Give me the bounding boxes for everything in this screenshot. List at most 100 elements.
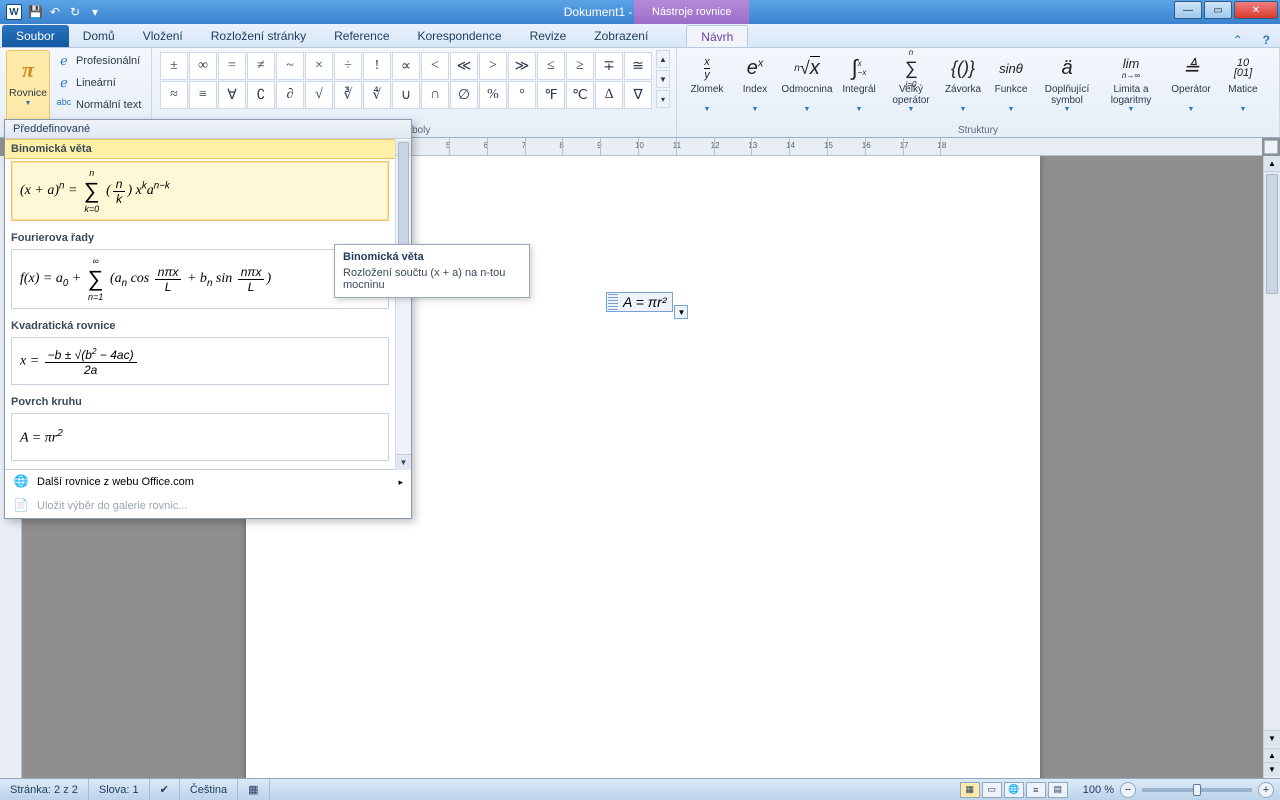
structure-integral-button[interactable]: ∫x−xIntegrál▼ xyxy=(835,50,883,122)
normal-text-button[interactable]: abc Normální text xyxy=(54,94,143,116)
zoom-slider[interactable] xyxy=(1142,788,1252,792)
structure-matrix-button[interactable]: [1001]Matice▼ xyxy=(1219,50,1267,122)
symbol-cell[interactable]: ∇ xyxy=(624,81,652,109)
gallery-equation-item[interactable]: A = πr2 xyxy=(11,413,389,461)
equation-button[interactable]: π Rovnice ▼ xyxy=(6,50,50,122)
symbol-cell[interactable]: ∆ xyxy=(595,81,623,109)
view-print-layout-button[interactable]: ▦ xyxy=(960,782,980,798)
ruler-toggle-button[interactable] xyxy=(1264,140,1278,154)
symbol-cell[interactable]: ∀ xyxy=(218,81,246,109)
symbol-cell[interactable]: ~ xyxy=(276,52,304,80)
symbol-cell[interactable]: ≤ xyxy=(537,52,565,80)
qat-customize-icon[interactable]: ▾ xyxy=(88,5,102,19)
symbols-more-button[interactable]: ▾ xyxy=(656,90,670,108)
structure-operator-button[interactable]: ≜Operátor▼ xyxy=(1163,50,1219,122)
symbol-cell[interactable]: ≠ xyxy=(247,52,275,80)
tab-review[interactable]: Revize xyxy=(516,25,581,47)
maximize-button[interactable]: ▭ xyxy=(1204,1,1232,19)
symbol-cell[interactable]: = xyxy=(218,52,246,80)
tab-mailings[interactable]: Korespondence xyxy=(404,25,516,47)
structure-fraction-button[interactable]: xyZlomek▼ xyxy=(683,50,731,122)
status-language[interactable]: Čeština xyxy=(180,779,238,800)
tab-page-layout[interactable]: Rozložení stránky xyxy=(197,25,320,47)
gallery-equation-item[interactable]: x = −b ± √(b2 − 4ac)2a xyxy=(11,337,389,385)
gallery-scrollbar[interactable]: ▲ ▼ xyxy=(395,140,411,470)
symbol-cell[interactable]: ! xyxy=(363,52,391,80)
symbol-cell[interactable]: × xyxy=(305,52,333,80)
symbol-cell[interactable]: ≡ xyxy=(189,81,217,109)
scroll-thumb[interactable] xyxy=(1266,174,1278,294)
tab-insert[interactable]: Vložení xyxy=(129,25,197,47)
structure-function-button[interactable]: sinθFunkce▼ xyxy=(987,50,1035,122)
symbol-cell[interactable]: < xyxy=(421,52,449,80)
symbol-cell[interactable]: ∝ xyxy=(392,52,420,80)
equation-object[interactable]: A = πr² ▼ xyxy=(606,292,673,312)
symbol-cell[interactable]: > xyxy=(479,52,507,80)
redo-icon[interactable]: ↻ xyxy=(68,5,82,19)
status-macro[interactable]: ▦ xyxy=(238,779,269,800)
symbol-cell[interactable]: ≈ xyxy=(160,81,188,109)
save-icon[interactable]: 💾 xyxy=(28,5,42,19)
word-app-icon[interactable]: W xyxy=(6,4,22,20)
symbol-cell[interactable]: ∛ xyxy=(334,81,362,109)
scroll-up-icon[interactable]: ▲ xyxy=(1264,156,1280,172)
symbols-scroll-up[interactable]: ▲ xyxy=(656,50,670,68)
view-outline-button[interactable]: ≡ xyxy=(1026,782,1046,798)
ribbon-minimize-icon[interactable]: ⌃ xyxy=(1223,33,1253,47)
undo-icon[interactable]: ↶ xyxy=(48,5,62,19)
zoom-level[interactable]: 100 % xyxy=(1077,784,1120,796)
symbol-cell[interactable]: ÷ xyxy=(334,52,362,80)
zoom-slider-knob[interactable] xyxy=(1193,784,1201,796)
gallery-equation-item[interactable]: (x + a)n = n∑k=0 (nk) xkan−k xyxy=(11,161,389,221)
symbol-cell[interactable]: ° xyxy=(508,81,536,109)
scroll-down-icon[interactable]: ▼ xyxy=(1264,730,1280,746)
help-icon[interactable]: ? xyxy=(1253,33,1280,47)
symbol-cell[interactable]: ∓ xyxy=(595,52,623,80)
status-word-count[interactable]: Slova: 1 xyxy=(89,779,150,800)
symbol-cell[interactable]: ∞ xyxy=(189,52,217,80)
professional-format-button[interactable]: ℯ Profesionální xyxy=(54,50,143,72)
tab-equation-design[interactable]: Návrh xyxy=(686,25,748,47)
symbol-cell[interactable]: ∜ xyxy=(363,81,391,109)
tab-file[interactable]: Soubor xyxy=(2,25,69,47)
status-proofing[interactable]: ✔ xyxy=(150,779,180,800)
symbol-cell[interactable]: ∂ xyxy=(276,81,304,109)
tab-home[interactable]: Domů xyxy=(69,25,129,47)
symbol-cell[interactable]: ≅ xyxy=(624,52,652,80)
symbol-cell[interactable]: % xyxy=(479,81,507,109)
zoom-out-button[interactable]: − xyxy=(1120,782,1136,798)
gallery-equation-item[interactable]: f(x) = a0 + ∞∑n=1 (an cos nπxL + bn sin … xyxy=(11,249,389,309)
symbol-cell[interactable]: ℃ xyxy=(566,81,594,109)
symbol-cell[interactable]: ≪ xyxy=(450,52,478,80)
linear-format-button[interactable]: ℯ Lineární xyxy=(54,72,143,94)
next-page-button[interactable]: ▼ xyxy=(1264,762,1280,776)
minimize-button[interactable]: — xyxy=(1174,1,1202,19)
vertical-scrollbar[interactable]: ▲ ▼ ▲ ▼ xyxy=(1263,156,1280,778)
structure-limit-button[interactable]: limn→∞Limita a logaritmy▼ xyxy=(1099,50,1163,122)
symbol-cell[interactable]: ≥ xyxy=(566,52,594,80)
symbol-cell[interactable]: √ xyxy=(305,81,333,109)
structure-accent-button[interactable]: äDoplňující symbol▼ xyxy=(1035,50,1099,122)
previous-page-button[interactable]: ▲ xyxy=(1264,748,1280,762)
structure-large_op-button[interactable]: n∑i=0Velký operátor▼ xyxy=(883,50,939,122)
equation-options-dropdown[interactable]: ▼ xyxy=(674,305,688,319)
symbol-cell[interactable]: ∁ xyxy=(247,81,275,109)
symbol-cell[interactable]: ≫ xyxy=(508,52,536,80)
symbol-cell[interactable]: ∩ xyxy=(421,81,449,109)
equation-move-handle[interactable] xyxy=(608,294,618,310)
structure-script-button[interactable]: exIndex▼ xyxy=(731,50,779,122)
tab-references[interactable]: Reference xyxy=(320,25,403,47)
close-button[interactable]: ✕ xyxy=(1234,1,1278,19)
more-equations-online-button[interactable]: 🌐 Další rovnice z webu Office.com ▸ xyxy=(5,470,411,494)
view-web-layout-button[interactable]: 🌐 xyxy=(1004,782,1024,798)
tab-view[interactable]: Zobrazení xyxy=(580,25,662,47)
gallery-scroll-down[interactable]: ▼ xyxy=(396,454,411,470)
symbol-cell[interactable]: ± xyxy=(160,52,188,80)
zoom-in-button[interactable]: + xyxy=(1258,782,1274,798)
view-full-screen-button[interactable]: ▭ xyxy=(982,782,1002,798)
status-page[interactable]: Stránka: 2 z 2 xyxy=(0,779,89,800)
structure-bracket-button[interactable]: {()}Závorka▼ xyxy=(939,50,987,122)
symbol-cell[interactable]: ∅ xyxy=(450,81,478,109)
symbol-cell[interactable]: ∪ xyxy=(392,81,420,109)
symbols-scroll-down[interactable]: ▼ xyxy=(656,70,670,88)
